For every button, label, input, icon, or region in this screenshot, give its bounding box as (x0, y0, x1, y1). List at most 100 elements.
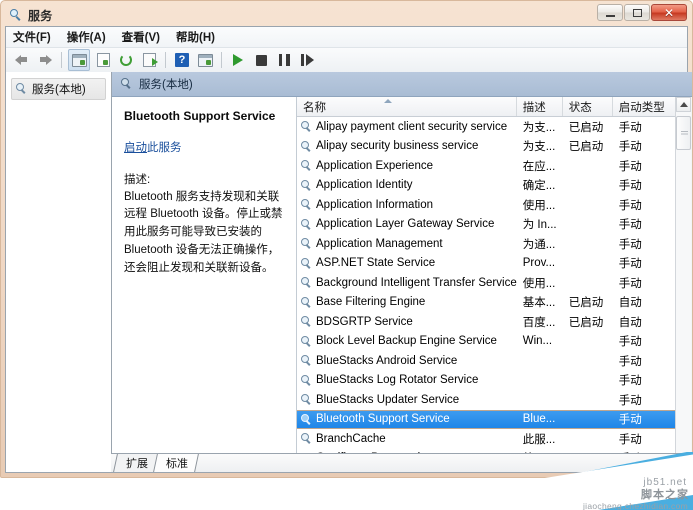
back-button[interactable] (12, 50, 32, 70)
stop-service-button[interactable] (251, 50, 271, 70)
table-row[interactable]: Block Level Backup Engine Service Win... 手… (297, 332, 675, 352)
vscroll-track[interactable] (676, 112, 692, 457)
table-row[interactable]: Application Management 为通... 手动 (297, 234, 675, 254)
properties-button[interactable] (93, 50, 113, 70)
column-header-status[interactable]: 状态 (563, 97, 613, 116)
title-bar: 服务 ✕ (4, 4, 689, 26)
stop-service-icon (255, 54, 267, 66)
window-title: 服务 (28, 8, 53, 23)
cell-startup-type: 手动 (618, 375, 642, 388)
column-header-startup-type[interactable]: 启动类型 (613, 97, 675, 116)
view-tabs: 扩展 标准 (111, 453, 687, 472)
column-header-name[interactable]: 名称 (297, 97, 517, 116)
pause-service-icon (278, 54, 290, 66)
table-row[interactable]: Application Layer Gateway Service 为 In...… (297, 215, 675, 235)
table-row[interactable]: Application Experience 在应... 手动 (297, 156, 675, 176)
show-hide-action-pane-button[interactable] (195, 50, 215, 70)
table-row[interactable]: BlueStacks Log Rotator Service 手动 (297, 371, 675, 391)
cell-startup-type: 手动 (618, 238, 642, 251)
table-row[interactable]: Base Filtering Engine 基本... 已启动 自动 (297, 293, 675, 313)
close-button[interactable]: ✕ (651, 4, 687, 21)
help-button[interactable]: ? (172, 50, 192, 70)
table-row[interactable]: Application Identity 确定... 手动 (297, 176, 675, 196)
menu-action[interactable]: 操作(A) (67, 29, 106, 45)
table-row[interactable]: Alipay security business service 为支... 已启动… (297, 137, 675, 157)
cell-startup-type: 手动 (618, 394, 642, 407)
cell-startup-type: 手动 (618, 433, 642, 446)
table-row[interactable]: Background Intelligent Transfer Service 使… (297, 273, 675, 293)
cell-service-name: Alipay security business service (297, 140, 517, 152)
menu-help[interactable]: 帮助(H) (176, 29, 215, 45)
tab-standard[interactable]: 标准 (153, 454, 199, 472)
start-service-button[interactable] (228, 50, 248, 70)
column-header-description[interactable]: 描述 (517, 97, 563, 116)
vertical-scrollbar[interactable] (674, 97, 692, 472)
cell-description: Blue... (522, 413, 556, 426)
cell-service-name-label: Block Level Backup Engine Service (316, 335, 497, 348)
minimize-button[interactable] (597, 4, 623, 21)
maximize-icon (632, 8, 642, 17)
cell-startup-type: 手动 (618, 141, 642, 154)
refresh-button[interactable] (116, 50, 136, 70)
refresh-icon (120, 54, 132, 66)
table-row[interactable]: BranchCache 此服... 手动 (297, 429, 675, 449)
cell-service-name: BDSGRTP Service (297, 316, 517, 328)
description-label: 描述: (124, 173, 151, 186)
cell-startup-type: 手动 (618, 180, 642, 193)
window-controls: ✕ (596, 4, 687, 21)
forward-icon (38, 54, 52, 66)
show-console-tree-button[interactable] (68, 49, 90, 71)
cell-service-name-label: Application Experience (316, 159, 433, 172)
table-row[interactable]: BlueStacks Updater Service 手动 (297, 390, 675, 410)
table-row[interactable]: ASP.NET State Service Prov... 手动 (297, 254, 675, 274)
service-icon (301, 374, 312, 386)
tab-extended-label: 扩展 (126, 458, 148, 470)
cell-service-name: Application Layer Gateway Service (297, 218, 517, 230)
results-pane: 服务(本地) Bluetooth Support Service 启动此服务 描… (112, 72, 692, 472)
cell-startup-type: 手动 (618, 219, 642, 232)
table-row[interactable]: BDSGRTP Service 百度... 已启动 自动 (297, 312, 675, 332)
tab-extended[interactable]: 扩展 (113, 454, 159, 472)
window-client: 文件(F) 操作(A) 查看(V) 帮助(H) ? 服务(本地) 服务(本地) … (5, 26, 692, 473)
close-icon: ✕ (663, 5, 675, 20)
service-icon (301, 199, 312, 210)
service-icon (301, 277, 312, 288)
minimize-icon (605, 14, 615, 17)
cell-startup-type: 手动 (618, 277, 642, 290)
tree-node-services-local[interactable]: 服务(本地) (11, 78, 106, 100)
maximize-button[interactable] (624, 4, 650, 21)
table-row[interactable]: BlueStacks Android Service 手动 (297, 351, 675, 371)
menu-bar: 文件(F) 操作(A) 查看(V) 帮助(H) (6, 27, 687, 48)
description-text: Bluetooth 服务支持发现和关联远程 Bluetooth 设备。停止或禁用… (124, 190, 283, 274)
pause-service-button[interactable] (274, 50, 294, 70)
cell-description: 基本... (522, 297, 556, 310)
service-icon (301, 433, 312, 444)
table-row[interactable]: Bluetooth Support Service Blue... 手动 (297, 409, 675, 429)
table-row[interactable]: Application Information 使用... 手动 (297, 195, 675, 215)
cell-startup-type: 手动 (618, 258, 642, 271)
list-header-row: 名称 描述 状态 启动类型 (297, 97, 675, 117)
vscroll-thumb[interactable] (676, 116, 692, 150)
vscroll-up-button[interactable] (676, 97, 692, 112)
cell-service-name-label: BranchCache (316, 432, 386, 445)
pane-header-icon (121, 78, 133, 90)
cell-description: 确定... (522, 180, 556, 193)
cell-startup-type: 手动 (618, 121, 642, 134)
forward-button[interactable] (35, 50, 55, 70)
list-rows: Alipay payment client security service 为支… (297, 117, 675, 455)
chevron-up-icon (679, 102, 688, 107)
cell-service-name-label: Alipay security business service (316, 140, 479, 153)
start-service-link[interactable]: 启动此服务 (124, 139, 286, 155)
table-row[interactable]: Alipay payment client security service 为支… (297, 117, 675, 137)
export-list-button[interactable] (139, 50, 159, 70)
back-icon (15, 54, 29, 66)
cell-description: Win... (522, 335, 553, 348)
menu-view[interactable]: 查看(V) (122, 29, 160, 45)
cell-service-name: BlueStacks Android Service (297, 355, 517, 367)
cell-service-name: Application Experience (297, 160, 517, 172)
restart-service-button[interactable] (297, 50, 317, 70)
tab-standard-label: 标准 (166, 458, 188, 470)
menu-file[interactable]: 文件(F) (13, 29, 51, 45)
cell-service-name-label: BDSGRTP Service (316, 315, 413, 328)
cell-service-name: BlueStacks Log Rotator Service (297, 374, 517, 386)
